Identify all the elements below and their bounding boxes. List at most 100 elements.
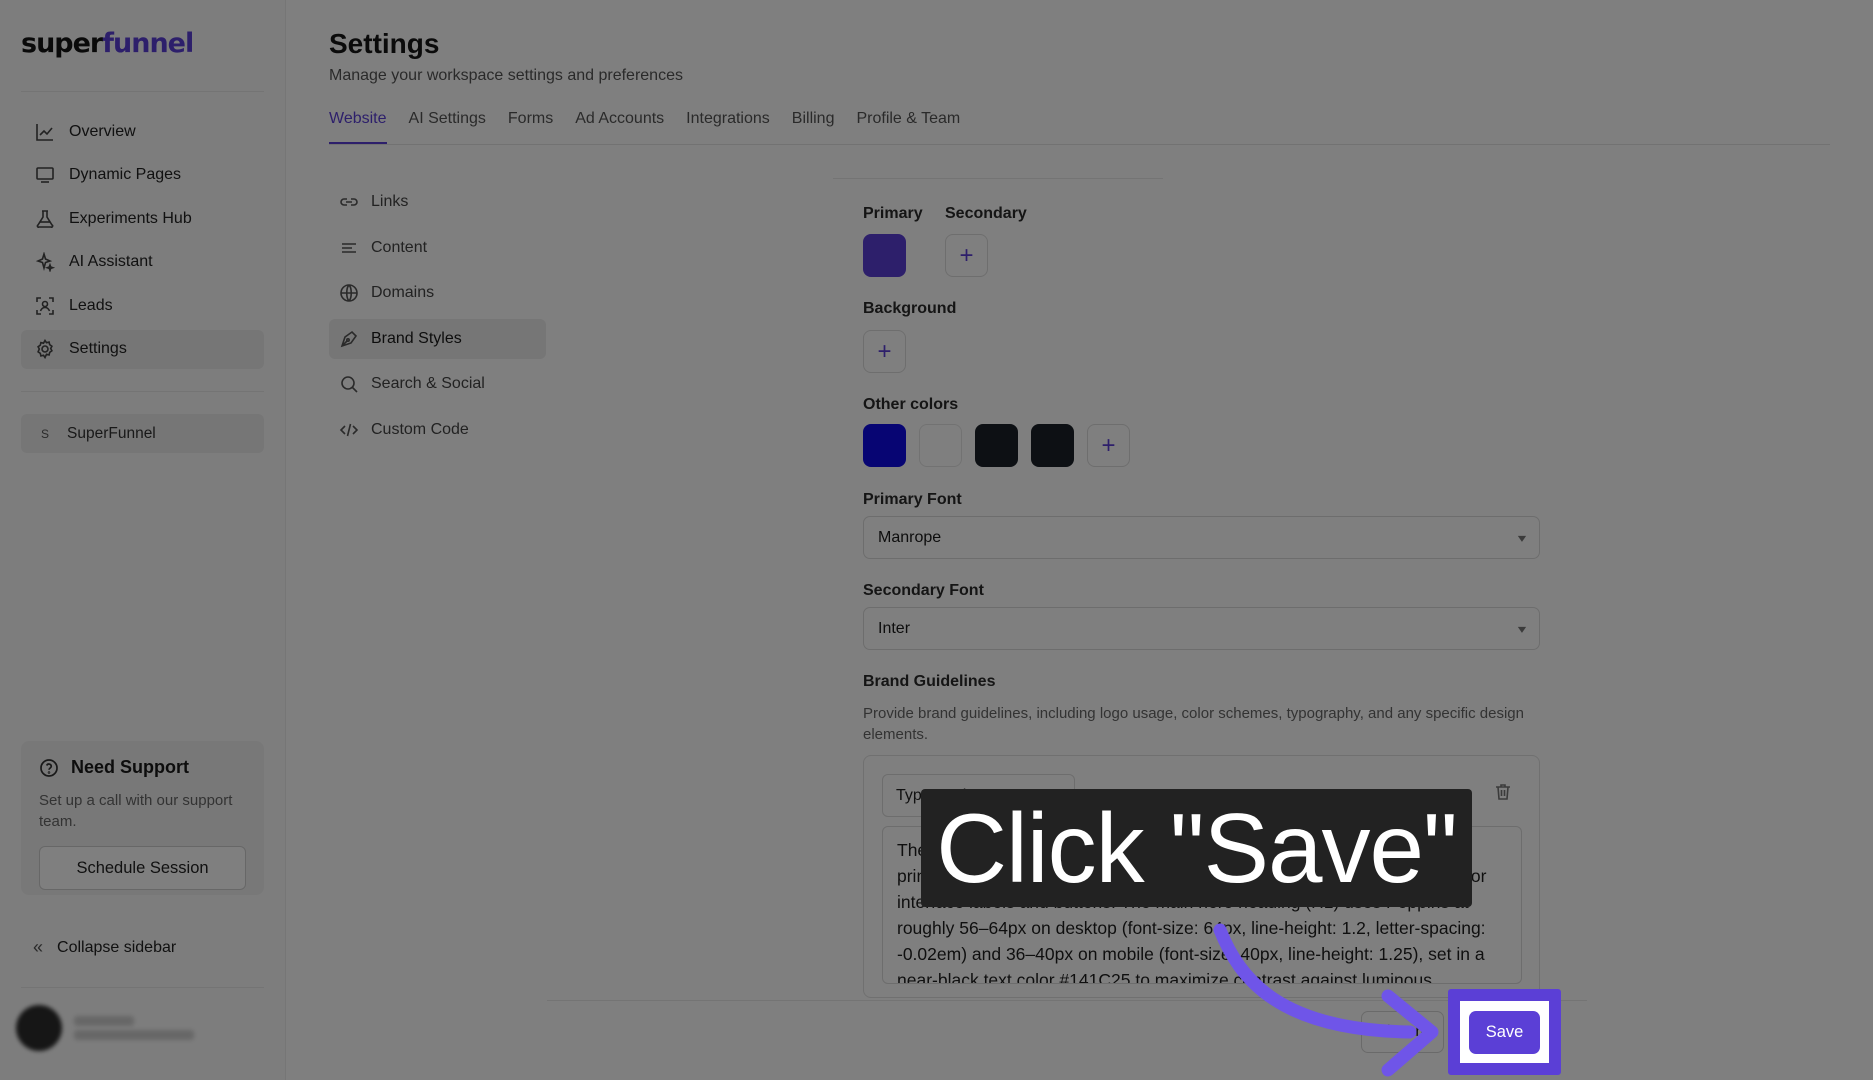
sidebar-item-leads[interactable]: Leads [21,286,264,325]
primary-label: Primary [863,205,923,222]
other-color-swatch[interactable] [919,424,962,467]
tab-profile-team[interactable]: Profile & Team [856,110,960,144]
workspace-badge: S [40,426,49,441]
page-subtitle: Manage your workspace settings and prefe… [329,67,683,84]
sidebar-item-label: AI Assistant [69,253,153,270]
divider [21,987,264,988]
primary-font-value: Manrope [878,528,942,546]
support-title: Need Support [39,757,246,778]
tabs-divider [329,144,1830,145]
subnav-content[interactable]: Content [329,228,546,268]
plus-icon: + [877,337,892,365]
highlighted-save-button[interactable]: Save [1469,1011,1540,1054]
logo[interactable]: superfunnel [21,28,194,59]
pen-tool-icon [340,330,358,347]
settings-tabs: Website AI Settings Forms Ad Accounts In… [329,110,982,144]
collapse-sidebar-button[interactable]: « Collapse sidebar [33,937,176,958]
user-profile[interactable] [16,1005,194,1051]
schedule-session-button[interactable]: Schedule Session [39,846,246,890]
user-scan-icon [36,296,54,315]
tutorial-callout: Click "Save" [921,789,1472,907]
subnav-label: Domains [371,284,435,301]
add-secondary-color-button[interactable]: + [945,234,988,277]
flask-icon [36,209,54,228]
sidebar-item-experiments-hub[interactable]: Experiments Hub [21,199,264,238]
subnav-custom-code[interactable]: Custom Code [329,410,546,450]
sparkle-icon [35,252,55,272]
sidebar-item-label: Settings [69,340,127,357]
divider [21,391,264,392]
plus-icon: + [959,241,974,269]
workspace-switcher[interactable]: S SuperFunnel [21,414,264,453]
help-circle-icon [40,758,58,777]
support-title-text: Need Support [71,757,190,777]
brand-guidelines-label: Brand Guidelines [863,673,996,690]
sidebar: superfunnel Overview Dynamic Pages Exper… [0,0,286,1080]
primary-color-swatch[interactable] [863,234,906,277]
other-color-swatch[interactable] [1031,424,1074,467]
secondary-label: Secondary [945,205,1027,222]
subnav-search-social[interactable]: Search & Social [329,364,546,404]
plus-icon: + [1101,431,1116,459]
sidebar-item-label: Experiments Hub [69,209,192,227]
monitor-icon [36,167,54,183]
tab-ai-settings[interactable]: AI Settings [409,110,486,144]
section-divider [833,178,1163,179]
sidebar-item-label: Dynamic Pages [69,166,182,183]
avatar [16,1005,62,1051]
tab-website[interactable]: Website [329,110,387,144]
tab-integrations[interactable]: Integrations [686,110,770,144]
other-color-swatch[interactable] [975,424,1018,467]
link-icon [340,198,358,206]
sidebar-item-dynamic-pages[interactable]: Dynamic Pages [21,156,264,195]
callout-text: Click "Save" [936,792,1457,903]
sidebar-item-overview[interactable]: Overview [21,112,264,151]
sidebar-item-settings[interactable]: Settings [21,329,264,369]
other-colors-label: Other colors [863,396,959,413]
trash-icon[interactable] [1493,782,1513,802]
chevron-down-icon: ▾ [1517,530,1527,545]
subnav-domains[interactable]: Domains [329,273,546,313]
subnav-label: Custom Code [371,420,469,438]
sidebar-item-ai-assistant[interactable]: AI Assistant [21,243,264,282]
globe-icon [340,284,358,302]
arrow-icon [1213,923,1439,1077]
primary-font-select[interactable]: Manrope ▾ [863,516,1540,559]
other-color-swatch[interactable] [863,424,906,467]
add-other-color-button[interactable]: + [1087,424,1130,467]
chart-line-icon [36,123,53,141]
secondary-font-value: Inter [878,619,911,637]
support-card: Need Support Set up a call with our supp… [21,741,264,895]
page-title: Settings [329,28,440,59]
background-label: Background [863,300,957,317]
tab-forms[interactable]: Forms [508,110,553,144]
chevrons-left-icon: « [33,937,44,957]
workspace-name: SuperFunnel [67,424,156,442]
secondary-font-select[interactable]: Inter ▾ [863,607,1540,650]
main-content: Settings Manage your workspace settings … [286,0,1873,1080]
brand-guidelines-description: Provide brand guidelines, including logo… [863,705,1524,743]
collapse-label: Collapse sidebar [57,938,177,956]
add-background-color-button[interactable]: + [863,330,906,373]
text-lines-icon [342,242,356,253]
support-description: Set up a call with our support team. [39,792,233,830]
tab-ad-accounts[interactable]: Ad Accounts [575,110,664,144]
tab-billing[interactable]: Billing [792,110,835,144]
secondary-font-label: Secondary Font [863,582,984,599]
sidebar-item-label: Overview [69,122,136,140]
subnav-label: Links [371,193,409,210]
subnav-label: Search & Social [371,375,485,392]
search-icon [341,376,358,393]
user-info-redacted [74,1012,194,1044]
subnav-links[interactable]: Links [329,182,546,222]
subnav-label: Brand Styles [371,329,462,347]
primary-font-label: Primary Font [863,491,962,508]
subnav-brand-styles[interactable]: Brand Styles [329,318,546,359]
subnav-label: Content [371,238,428,256]
gear-icon [37,339,53,359]
code-icon [339,423,359,436]
divider [21,91,264,92]
sidebar-item-label: Leads [69,296,113,314]
website-subnav: Links Content Domains Brand Styles Searc… [329,182,546,455]
chevron-down-icon: ▾ [1517,621,1527,636]
